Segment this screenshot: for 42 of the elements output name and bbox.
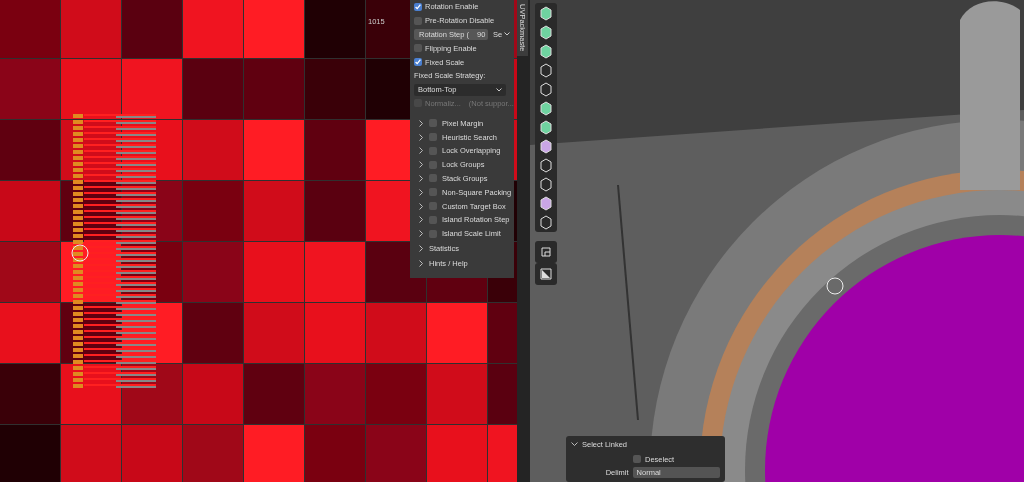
expand-icon[interactable]	[418, 244, 424, 252]
cube-tool-icon[interactable]	[538, 81, 554, 97]
expand-icon[interactable]	[418, 230, 424, 238]
checkbox[interactable]	[429, 202, 437, 211]
cube-tool-icon[interactable]	[538, 214, 554, 230]
expand-icon[interactable]	[418, 147, 424, 155]
tool-icon[interactable]	[538, 266, 554, 282]
checkbox[interactable]	[414, 58, 422, 67]
cube-tool-icon[interactable]	[538, 119, 554, 135]
cube-tool-icon[interactable]	[538, 43, 554, 59]
checkbox[interactable]	[414, 2, 422, 11]
cube-tool-icon[interactable]	[538, 195, 554, 211]
checkbox[interactable]	[429, 160, 437, 169]
checkbox[interactable]	[429, 146, 437, 155]
checkbox[interactable]	[429, 119, 437, 128]
cube-tool-icon[interactable]	[538, 176, 554, 192]
checkbox[interactable]	[414, 16, 422, 25]
expand-icon[interactable]	[418, 174, 424, 182]
checkbox[interactable]	[414, 44, 422, 53]
collapse-icon[interactable]	[571, 442, 578, 447]
checkbox[interactable]	[429, 174, 437, 183]
cube-tool-icon[interactable]	[538, 138, 554, 154]
caret-icon	[504, 32, 511, 37]
cube-tool-icon[interactable]	[538, 24, 554, 40]
tool-icon[interactable]	[538, 244, 554, 260]
cube-tool-icon[interactable]	[538, 100, 554, 116]
checkbox[interactable]	[633, 455, 641, 463]
checkbox[interactable]	[429, 229, 437, 238]
expand-icon[interactable]	[418, 259, 424, 267]
expand-icon[interactable]	[418, 216, 424, 224]
checkbox[interactable]	[429, 188, 437, 197]
cube-tool-icon[interactable]	[538, 157, 554, 173]
expand-icon[interactable]	[418, 202, 424, 210]
cube-tool-icon[interactable]	[538, 62, 554, 78]
expand-icon[interactable]	[418, 161, 424, 169]
checkbox[interactable]	[429, 133, 437, 142]
cube-tool-icon[interactable]	[538, 5, 554, 21]
checkbox[interactable]	[429, 215, 437, 224]
caret-icon	[496, 87, 502, 92]
expand-icon[interactable]	[418, 188, 424, 196]
expand-icon[interactable]	[418, 133, 424, 141]
expand-icon[interactable]	[418, 119, 424, 127]
